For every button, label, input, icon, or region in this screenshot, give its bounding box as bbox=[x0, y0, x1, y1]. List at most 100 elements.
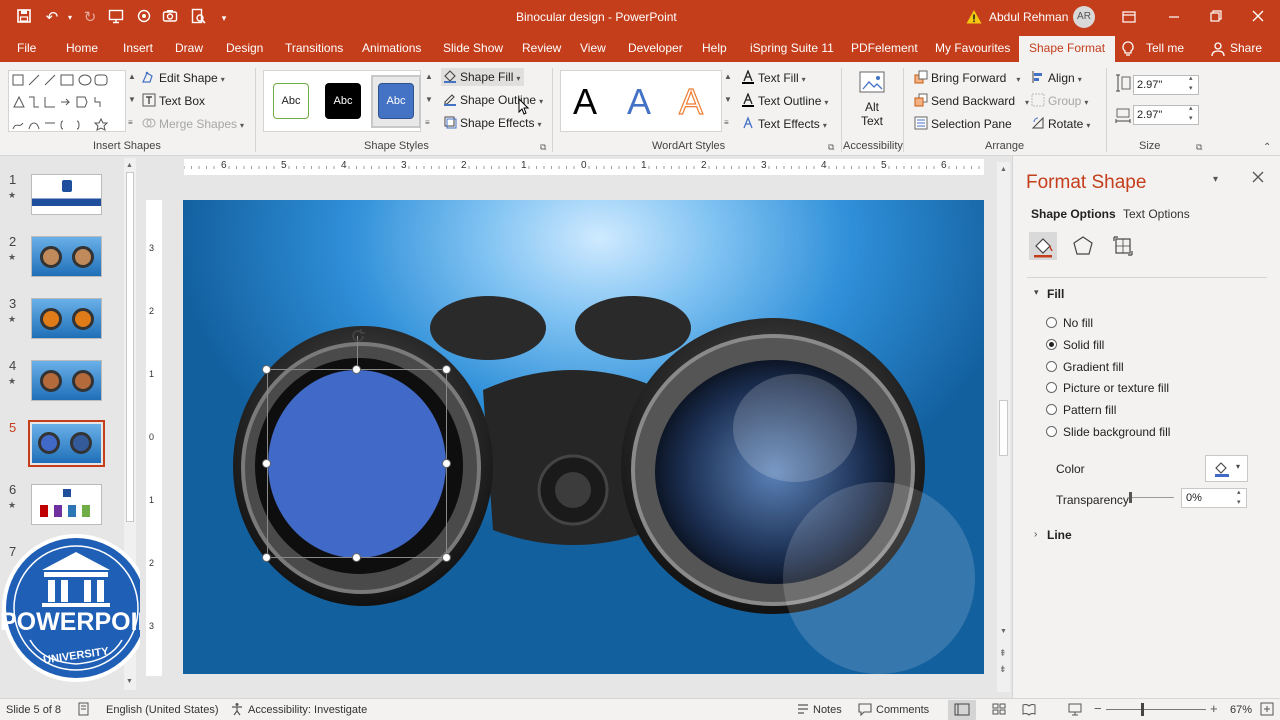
zoom-in-icon[interactable]: + bbox=[1210, 701, 1218, 716]
gallery-scroll-down-icon[interactable]: ▼ bbox=[128, 95, 136, 104]
text-fill-button[interactable]: Text Fill ▾ bbox=[741, 69, 806, 87]
resize-handle-top[interactable] bbox=[352, 365, 361, 374]
text-box-button[interactable]: Text Box bbox=[142, 92, 205, 110]
send-backward-button[interactable]: Send Backward ▾ bbox=[914, 92, 1029, 110]
slide-sorter-icon[interactable] bbox=[992, 702, 1006, 716]
line-expand-chevron-icon[interactable]: › bbox=[1034, 529, 1037, 540]
resize-handle-left[interactable] bbox=[262, 459, 271, 468]
customize-qat-icon[interactable]: ▾ bbox=[214, 8, 234, 28]
slide-show-view-icon[interactable] bbox=[1068, 702, 1082, 716]
gallery-more-icon[interactable]: ≡ bbox=[128, 118, 133, 127]
transparency-spinner-icon[interactable]: ▴ ▾ bbox=[1237, 488, 1241, 508]
normal-view-button[interactable] bbox=[948, 700, 976, 720]
wordart-scroll-up-icon[interactable]: ▲ bbox=[724, 72, 732, 81]
slide-thumbnail-6[interactable] bbox=[31, 484, 102, 525]
scroll-thumb[interactable] bbox=[999, 400, 1008, 456]
text-outline-button[interactable]: Text Outline ▾ bbox=[741, 92, 828, 110]
transparency-slider-track[interactable] bbox=[1130, 497, 1174, 498]
tab-design[interactable]: Design bbox=[226, 41, 263, 55]
zoom-slider-track[interactable] bbox=[1106, 709, 1206, 710]
no-fill-label[interactable]: No fill bbox=[1063, 316, 1093, 330]
color-picker-button[interactable]: ▾ bbox=[1205, 455, 1248, 482]
slide-canvas[interactable] bbox=[183, 200, 984, 674]
solid-fill-label[interactable]: Solid fill bbox=[1063, 338, 1104, 352]
tab-my-favourites[interactable]: My Favourites bbox=[935, 41, 1010, 55]
slide-thumbnail-3[interactable] bbox=[31, 298, 102, 339]
gradient-fill-radio[interactable] bbox=[1046, 361, 1057, 372]
shape-styles-launcher-icon[interactable]: ⧉ bbox=[540, 142, 546, 153]
fill-line-tab[interactable] bbox=[1029, 232, 1057, 260]
wordart-orange-outline[interactable]: A bbox=[678, 80, 703, 123]
next-slide-icon[interactable]: ⇟ bbox=[999, 664, 1007, 675]
notes-icon[interactable] bbox=[796, 702, 810, 716]
share-person-icon[interactable] bbox=[1211, 41, 1225, 57]
text-effects-button[interactable]: Text Effects ▾ bbox=[741, 115, 827, 133]
bring-forward-button[interactable]: Bring Forward ▾ bbox=[914, 69, 1020, 87]
style-preset-outline[interactable]: Abc bbox=[273, 83, 309, 119]
picture-texture-fill-label[interactable]: Picture or texture fill bbox=[1063, 381, 1169, 395]
wordart-blue[interactable]: A bbox=[627, 81, 651, 123]
accessibility-status[interactable]: Accessibility: Investigate bbox=[248, 704, 367, 716]
fit-slide-icon[interactable] bbox=[1260, 702, 1274, 716]
tab-view[interactable]: View bbox=[580, 41, 606, 55]
merge-shapes-button[interactable]: Merge Shapes ▾ bbox=[142, 115, 244, 133]
fill-section-header[interactable]: Fill bbox=[1047, 287, 1064, 301]
tab-developer[interactable]: Developer bbox=[628, 41, 683, 55]
shapes-gallery[interactable] bbox=[8, 70, 126, 132]
screenshot-icon[interactable] bbox=[160, 8, 180, 28]
slide-vertical-scrollbar[interactable]: ▲ ▼ ⇞ ⇟ bbox=[997, 162, 1010, 692]
rotation-handle-icon[interactable] bbox=[350, 328, 366, 344]
rotate-button[interactable]: Rotate ▾ bbox=[1031, 115, 1090, 133]
zoom-slider-thumb[interactable] bbox=[1141, 703, 1144, 716]
touch-mode-icon[interactable] bbox=[134, 8, 154, 28]
restore-icon[interactable] bbox=[1208, 8, 1224, 24]
shape-effects-button[interactable]: Shape Effects ▾ bbox=[443, 114, 542, 132]
scroll-down-icon[interactable]: ▼ bbox=[1000, 628, 1007, 635]
slide-background-fill-radio[interactable] bbox=[1046, 426, 1057, 437]
tab-review[interactable]: Review bbox=[522, 41, 561, 55]
transparency-slider-thumb[interactable] bbox=[1129, 492, 1132, 503]
accessibility-checker-icon[interactable] bbox=[230, 702, 244, 716]
styles-more-icon[interactable]: ≡ bbox=[425, 118, 430, 127]
slide-thumbnail-1[interactable] bbox=[31, 174, 102, 215]
user-name[interactable]: Abdul Rehman bbox=[989, 10, 1068, 24]
scroll-up-icon[interactable]: ▲ bbox=[1000, 166, 1007, 173]
reading-view-icon[interactable] bbox=[1022, 702, 1036, 716]
tab-animations[interactable]: Animations bbox=[362, 41, 421, 55]
avatar[interactable]: AR bbox=[1073, 6, 1095, 28]
tab-text-options[interactable]: Text Options bbox=[1123, 207, 1190, 221]
slide-background-fill-label[interactable]: Slide background fill bbox=[1063, 425, 1170, 439]
tab-insert[interactable]: Insert bbox=[123, 41, 153, 55]
resize-handle-right[interactable] bbox=[442, 459, 451, 468]
tab-transitions[interactable]: Transitions bbox=[285, 41, 343, 55]
pane-options-chevron-icon[interactable]: ▾ bbox=[1213, 174, 1218, 185]
selection-pane-button[interactable]: Selection Pane bbox=[914, 115, 1012, 133]
tab-slide-show[interactable]: Slide Show bbox=[443, 41, 503, 55]
tab-help[interactable]: Help bbox=[702, 41, 727, 55]
tab-draw[interactable]: Draw bbox=[175, 41, 203, 55]
tab-file[interactable]: File bbox=[17, 41, 36, 55]
zoom-out-icon[interactable]: − bbox=[1094, 701, 1102, 716]
ribbon-display-options-icon[interactable] bbox=[1121, 9, 1137, 25]
tab-pdfelement[interactable]: PDFelement bbox=[851, 41, 918, 55]
tab-home[interactable]: Home bbox=[66, 41, 98, 55]
language-indicator[interactable]: English (United States) bbox=[106, 704, 219, 716]
fill-collapse-chevron-icon[interactable]: ▾ bbox=[1034, 287, 1039, 298]
wordart-launcher-icon[interactable]: ⧉ bbox=[828, 142, 834, 153]
no-fill-radio[interactable] bbox=[1046, 317, 1057, 328]
styles-scroll-down-icon[interactable]: ▼ bbox=[425, 95, 433, 104]
gradient-fill-label[interactable]: Gradient fill bbox=[1063, 360, 1124, 374]
scroll-thumb[interactable] bbox=[126, 172, 134, 522]
edit-shape-button[interactable]: Edit Shape ▾ bbox=[142, 69, 225, 87]
notes-button[interactable]: Notes bbox=[813, 704, 842, 716]
spellcheck-icon[interactable] bbox=[77, 702, 91, 716]
resize-handle-top-left[interactable] bbox=[262, 365, 271, 374]
tab-ispring[interactable]: iSpring Suite 11 bbox=[750, 41, 834, 55]
gallery-scroll-up-icon[interactable]: ▲ bbox=[128, 72, 136, 81]
tab-shape-options[interactable]: Shape Options bbox=[1031, 207, 1116, 221]
picture-texture-fill-radio[interactable] bbox=[1046, 382, 1057, 393]
tab-shape-format[interactable]: Shape Format bbox=[1019, 36, 1116, 62]
tell-me-search[interactable]: Tell me bbox=[1146, 41, 1184, 55]
scroll-up-icon[interactable]: ▲ bbox=[126, 162, 133, 169]
slide-thumbnail-5-selected[interactable] bbox=[28, 420, 105, 467]
